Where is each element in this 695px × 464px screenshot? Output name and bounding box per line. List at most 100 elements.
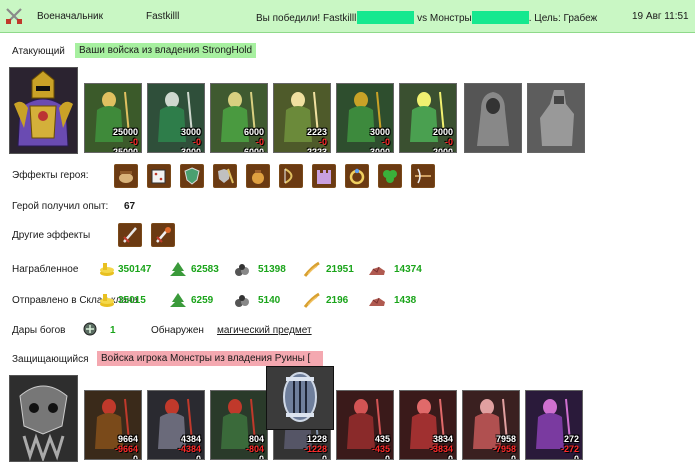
defender-unit-remaining: 0 [321, 454, 327, 460]
attacker-unit-card[interactable]: 2000 -0 2000 [399, 83, 457, 153]
ore-amount: 5140 [258, 295, 281, 306]
defender-unit-card[interactable]: 272 -272 0 [525, 390, 583, 460]
dice-icon[interactable] [147, 164, 171, 188]
gifts-label: Дары богов [12, 325, 66, 336]
found-label: Обнаружен [151, 325, 204, 336]
attacker-unit-card[interactable]: 3000 -0 3000 [147, 83, 205, 153]
defender-unit-lost: -9664 [114, 444, 138, 454]
magic-item-link[interactable]: магический предмет [217, 325, 312, 336]
attacker-unit-lost: -0 [444, 137, 453, 147]
sword-fire-icon[interactable] [151, 223, 175, 247]
defender-unit-lost: -7958 [492, 444, 516, 454]
reserve-unit-slot[interactable] [527, 83, 585, 153]
stone-amount: 14374 [394, 264, 422, 275]
defender-label: Защищающийся [12, 354, 89, 365]
defender-portrait[interactable] [9, 375, 78, 462]
attacker-unit-remaining: 2000 [432, 147, 453, 153]
defender-unit-total: 272 [563, 434, 579, 444]
attacker-hero-portrait[interactable] [9, 67, 78, 154]
shield-icon-glyph [184, 167, 200, 185]
defender-unit-total: 3834 [432, 434, 453, 444]
cauldron-icon[interactable] [114, 164, 138, 188]
attacker-unit-total: 2000 [432, 127, 453, 137]
defender-unit-remaining: 0 [384, 454, 390, 460]
attacker-source: Ваши войска из владения StrongHold [75, 43, 257, 58]
gold-icon [100, 294, 114, 307]
defender-unit-card[interactable]: 4384 -4384 0 [147, 390, 205, 460]
knight-hero-icon [10, 68, 77, 153]
defender-unit-card[interactable]: 9664 -9664 0 [84, 390, 142, 460]
attacker-label: Атакующий [12, 46, 65, 57]
battle-header: Военачальник Fastkilll Вы победили! Fast… [0, 0, 695, 33]
gold-amount: 35015 [118, 295, 146, 306]
castle-icon-glyph [317, 170, 331, 184]
sword-icon[interactable] [118, 223, 142, 247]
cauldron-icon-glyph [119, 171, 133, 183]
attacker-unit-lost: -0 [381, 137, 390, 147]
attacker-unit-total: 6000 [243, 127, 264, 137]
stone-icon [369, 266, 385, 275]
attacker-unit-lost: -0 [255, 137, 264, 147]
other-effects-label: Другие эффекты [12, 230, 91, 241]
attacker-unit-remaining: 3000 [369, 147, 390, 153]
attacker-unit-total: 2223 [306, 127, 327, 137]
attacker-unit-total: 3000 [180, 127, 201, 137]
defender-source: Войска игрока Монстры из владения Руины … [97, 351, 323, 366]
clover-icon-glyph [383, 170, 397, 183]
castle-icon[interactable] [312, 164, 336, 188]
bow-icon[interactable] [279, 164, 303, 188]
reserve-unit-slot[interactable] [464, 83, 522, 153]
attacker-unit-card[interactable]: 25000 -0 25000 [84, 83, 142, 153]
wheat-amount: 2196 [326, 295, 349, 306]
dark-monk-icon [465, 84, 521, 152]
header-player: Fastkilll [146, 11, 180, 22]
ore-amount: 51398 [258, 264, 286, 275]
shield-sword-icon-glyph [218, 168, 234, 184]
attacker-unit-card[interactable]: 3000 -0 3000 [336, 83, 394, 153]
barrel-helm-icon [267, 367, 333, 429]
attacker-unit-card[interactable]: 6000 -0 6000 [210, 83, 268, 153]
redacted-block [357, 11, 415, 24]
gift-orb-icon [83, 322, 97, 336]
header-role: Военачальник [37, 11, 103, 22]
attacker-unit-lost: -0 [192, 137, 201, 147]
crossbow-icon-glyph [415, 168, 431, 184]
demon-skull-icon [10, 376, 77, 461]
defender-unit-lost: -272 [560, 444, 579, 454]
gold-amount: 350147 [118, 264, 152, 275]
defender-unit-remaining: 0 [132, 454, 138, 460]
wood-icon [170, 262, 186, 276]
attacker-unit-remaining: 6000 [243, 147, 264, 153]
crossed-swords-icon [6, 8, 22, 24]
ring-icon[interactable] [345, 164, 369, 188]
pouch-icon[interactable] [246, 164, 270, 188]
defender-unit-total: 9664 [117, 434, 138, 444]
sword-icon-glyph [123, 227, 137, 243]
stone-amount: 1438 [394, 295, 417, 306]
header-battle-result: Вы победили! Fastkilll vs Монстры . Цель:… [256, 11, 597, 24]
defender-unit-total: 435 [374, 434, 390, 444]
defender-unit-card[interactable]: 435 -435 0 [336, 390, 394, 460]
attacker-unit-card[interactable]: 2223 -0 2223 [273, 83, 331, 153]
attacker-unit-total: 25000 [112, 127, 138, 137]
defender-unit-card[interactable]: 7958 -7958 0 [462, 390, 520, 460]
crossbow-icon[interactable] [411, 164, 435, 188]
vs-text: vs Монстры [417, 13, 472, 24]
clover-icon[interactable] [378, 164, 402, 188]
wheat-amount: 21951 [326, 264, 354, 275]
defender-unit-total: 7958 [495, 434, 516, 444]
shield-sword-icon[interactable] [213, 164, 237, 188]
defender-unit-lost: -3834 [429, 444, 453, 454]
goal-text: . Цель: Грабеж [528, 13, 598, 24]
defender-unit-remaining: 0 [447, 454, 453, 460]
pouch-icon-glyph [252, 170, 264, 184]
wheat-icon [303, 292, 320, 308]
defender-unit-card[interactable]: 804 -804 0 [210, 390, 268, 460]
redacted-block [471, 11, 529, 24]
shield-icon[interactable] [180, 164, 204, 188]
defender-unit-lost: -435 [371, 444, 390, 454]
defender-unit-total: 804 [248, 434, 264, 444]
dice-icon-glyph [151, 169, 166, 184]
defender-unit-card[interactable]: 3834 -3834 0 [399, 390, 457, 460]
defender-unit-remaining: 0 [573, 454, 579, 460]
